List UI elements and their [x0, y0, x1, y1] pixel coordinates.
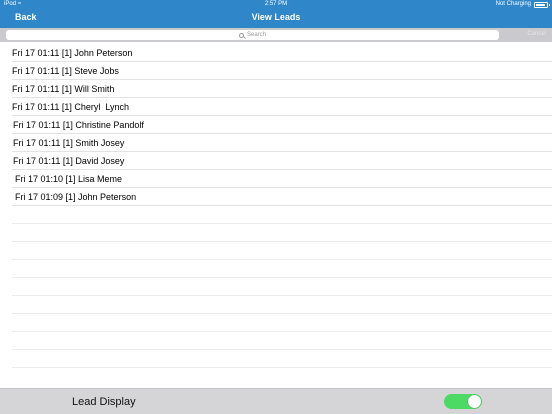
list-item[interactable]: Fri 17 01:11 [1] Cheryl Lynch	[12, 98, 552, 116]
empty-row	[12, 296, 552, 314]
battery-status-text: Not Charging	[495, 1, 531, 7]
toggle-knob[interactable]	[468, 395, 481, 408]
search-bar: Search Cancel	[0, 28, 552, 42]
list-item[interactable]: Fri 17 01:11 [1] Steve Jobs	[12, 62, 552, 80]
battery-fill	[536, 4, 545, 6]
search-placeholder: Search	[246, 32, 266, 38]
status-bar: iPod ≈ 2:57 PM Not Charging	[0, 0, 552, 9]
search-icon	[238, 32, 244, 38]
list-item[interactable]: Fri 17 01:09 [1] John Peterson	[12, 188, 552, 206]
footer-toolbar: Lead Display	[0, 388, 552, 414]
lead-text: Fri 17 01:09 [1] John Peterson	[15, 192, 137, 202]
list-item[interactable]: Fri 17 01:11 [1] Will Smith	[12, 80, 552, 98]
cancel-button[interactable]: Cancel	[527, 31, 546, 37]
lead-text: Fri 17 01:11 [1] David Josey	[13, 156, 125, 166]
empty-row	[12, 332, 552, 350]
leads-list: Fri 17 01:11 [1] John Peterson Fri 17 01…	[0, 44, 552, 368]
list-item[interactable]: Fri 17 01:11 [1] David Josey	[12, 152, 552, 170]
lead-text: Fri 17 01:11 [1] Steve Jobs	[12, 66, 119, 76]
lead-display-label: Lead Display	[72, 396, 136, 408]
search-input[interactable]: Search	[6, 30, 499, 40]
empty-row	[12, 206, 552, 224]
lead-text: Fri 17 01:10 [1] Lisa Meme	[15, 174, 123, 184]
nav-row: Back View Leads	[0, 10, 552, 26]
lead-text: Fri 17 01:11 [1] John Peterson	[12, 48, 133, 58]
empty-row	[12, 242, 552, 260]
list-item[interactable]: Fri 17 01:10 [1] Lisa Meme	[12, 170, 552, 188]
status-time: 2:57 PM	[264, 1, 288, 7]
lead-text: Fri 17 01:11 [1] Cheryl Lynch	[12, 102, 130, 112]
lead-text: Fri 17 01:11 [1] Smith Josey	[13, 138, 125, 148]
empty-row	[12, 260, 552, 278]
lead-text: Fri 17 01:11 [1] Christine Pandolf	[13, 120, 144, 130]
lead-display-toggle[interactable]	[444, 394, 482, 409]
list-item[interactable]: Fri 17 01:11 [1] John Peterson	[12, 44, 552, 62]
page-title: View Leads	[251, 12, 301, 22]
navigation-bar: iPod ≈ 2:57 PM Not Charging Back View Le…	[0, 0, 552, 28]
empty-row	[12, 278, 552, 296]
empty-row	[12, 224, 552, 242]
list-item[interactable]: Fri 17 01:11 [1] Christine Pandolf	[12, 116, 552, 134]
empty-row	[12, 314, 552, 332]
battery-indicator: Not Charging	[495, 0, 550, 9]
list-item[interactable]: Fri 17 01:11 [1] Smith Josey	[12, 134, 552, 152]
lead-text: Fri 17 01:11 [1] Will Smith	[12, 84, 115, 94]
battery-icon	[534, 2, 550, 8]
empty-row	[12, 350, 552, 368]
